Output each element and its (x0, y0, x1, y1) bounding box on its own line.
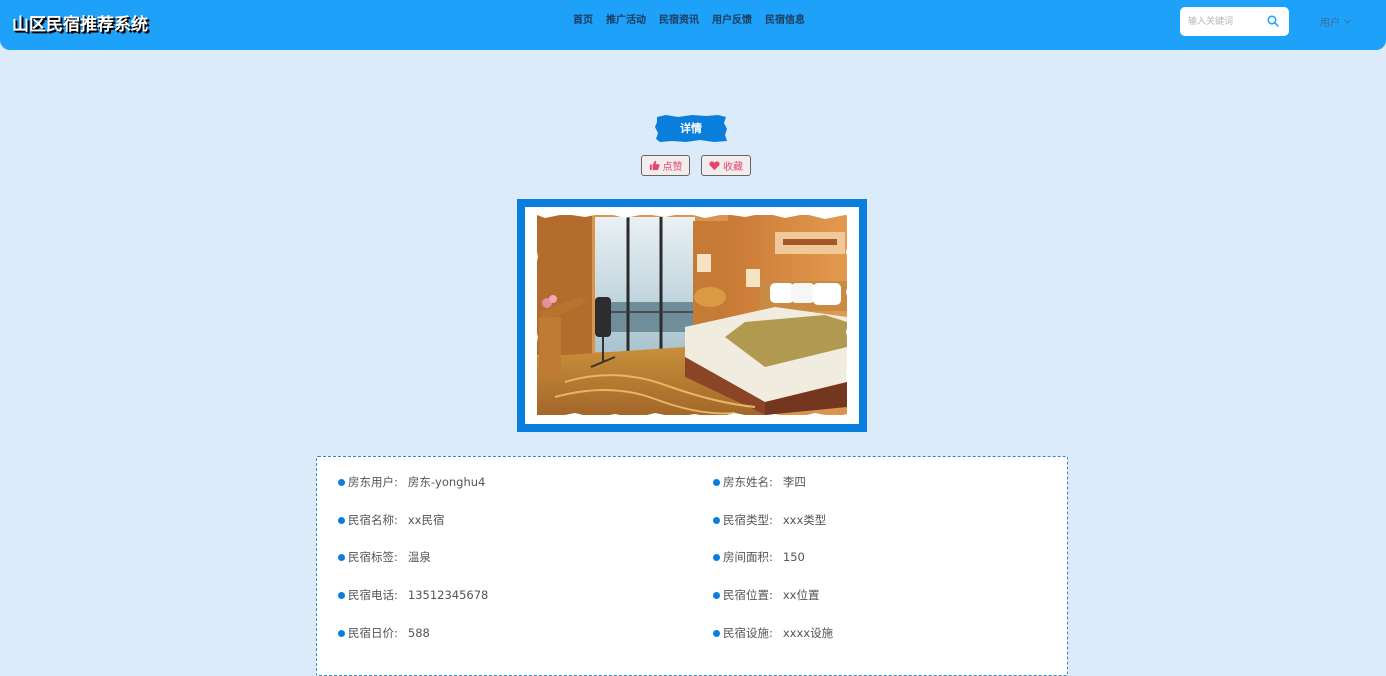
info-row-homestay-location: 民宿位置: xx位置 (713, 587, 820, 603)
site-title: 山区民宿推荐系统 (12, 15, 148, 35)
info-value: xx位置 (782, 588, 820, 602)
nav-feedback[interactable]: 用户反馈 (712, 14, 752, 28)
info-row-room-area: 房间面积: 150 (713, 549, 805, 565)
info-label: 民宿类型: (723, 513, 773, 527)
info-value: 李四 (782, 475, 806, 489)
bullet-dot (713, 591, 720, 599)
info-label: 民宿设施: (723, 626, 773, 640)
caret-down-icon (1344, 19, 1351, 24)
favorite-button[interactable]: 收藏 (701, 155, 751, 176)
bullet-dot (338, 553, 345, 561)
detail-banner: 详情 (654, 114, 728, 143)
info-row-landlord-user: 房东用户: 房东-yonghu4 (338, 474, 485, 490)
bullet-dot (338, 591, 345, 599)
user-menu[interactable]: 用户 (1320, 14, 1351, 29)
info-label: 房东姓名: (723, 475, 773, 489)
user-menu-label: 用户 (1320, 18, 1340, 29)
info-label: 民宿日价: (348, 626, 398, 640)
info-row-daily-price: 民宿日价: 588 (338, 625, 430, 641)
info-label: 房间面积: (723, 550, 773, 564)
bullet-dot (338, 629, 345, 637)
nav-news[interactable]: 民宿资讯 (659, 14, 699, 28)
info-label: 民宿名称: (348, 513, 398, 527)
bullet-dot (338, 516, 345, 524)
info-row-landlord-name: 房东姓名: 李四 (713, 474, 806, 490)
top-navbar: 山区民宿推荐系统 首页 推广活动 民宿资讯 用户反馈 民宿信息 用户 (0, 0, 1386, 50)
heart-icon (709, 161, 720, 171)
hotel-room-illustration (525, 207, 859, 424)
info-value: 588 (407, 626, 430, 640)
info-value: 150 (782, 550, 805, 564)
info-value: 温泉 (407, 550, 431, 564)
info-row-homestay-tag: 民宿标签: 温泉 (338, 549, 431, 565)
like-label: 点赞 (662, 162, 683, 173)
info-value: xxxx设施 (782, 626, 834, 640)
info-value: xx民宿 (407, 513, 445, 527)
nav-home[interactable]: 首页 (573, 14, 593, 28)
info-value: xxx类型 (782, 513, 827, 527)
detail-banner-text: 详情 (680, 122, 702, 135)
info-row-homestay-phone: 民宿电话: 13512345678 (338, 587, 488, 603)
homestay-info-panel: 房东用户: 房东-yonghu4 民宿名称: xx民宿 民宿标签: 温泉 民宿电… (316, 456, 1068, 676)
homestay-photo (525, 207, 859, 424)
bullet-dot (713, 553, 720, 561)
bullet-dot (713, 629, 720, 637)
search-box (1180, 7, 1289, 36)
nav-promotions[interactable]: 推广活动 (606, 14, 646, 28)
info-row-homestay-name: 民宿名称: xx民宿 (338, 512, 445, 528)
bullet-dot (338, 478, 345, 486)
search-icon[interactable] (1267, 15, 1279, 27)
info-label: 民宿标签: (348, 550, 398, 564)
info-label: 房东用户: (348, 475, 398, 489)
favorite-label: 收藏 (723, 162, 743, 173)
like-button[interactable]: 点赞 (641, 155, 690, 176)
info-label: 民宿位置: (723, 588, 773, 602)
info-row-homestay-facilities: 民宿设施: xxxx设施 (713, 625, 833, 641)
homestay-photo-frame (517, 199, 867, 432)
info-label: 民宿电话: (348, 588, 398, 602)
info-value: 房东-yonghu4 (407, 475, 486, 489)
thumbs-up-icon (649, 160, 660, 171)
main-nav: 首页 推广活动 民宿资讯 用户反馈 民宿信息 (573, 14, 805, 28)
info-row-homestay-type: 民宿类型: xxx类型 (713, 512, 826, 528)
info-value: 13512345678 (407, 588, 489, 602)
bullet-dot (713, 478, 720, 486)
nav-homestay-info[interactable]: 民宿信息 (765, 14, 805, 28)
bullet-dot (713, 516, 720, 524)
search-input[interactable] (1186, 10, 1266, 33)
